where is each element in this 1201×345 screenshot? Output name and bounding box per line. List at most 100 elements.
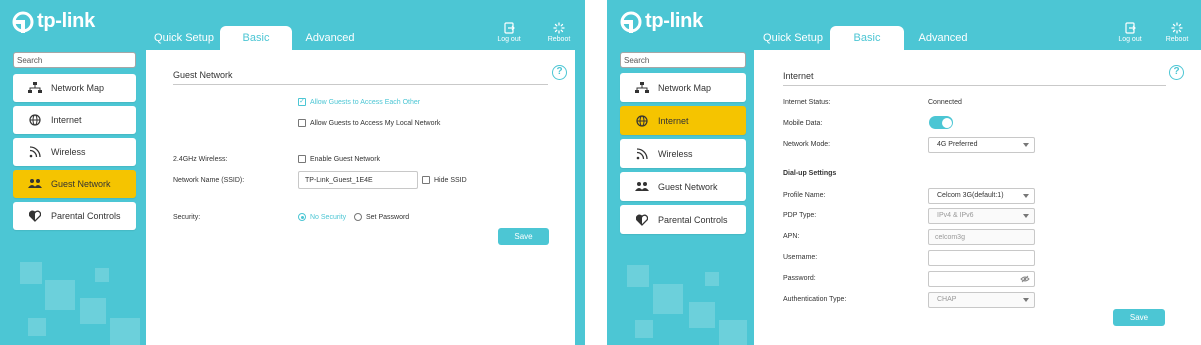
network-mode-select[interactable]: 4G Preferred	[928, 137, 1035, 153]
tab-quick-setup[interactable]: Quick Setup	[756, 26, 830, 50]
help-icon[interactable]: ?	[1169, 65, 1184, 80]
checkbox-box	[298, 155, 306, 163]
network-mode-label: Network Mode:	[783, 141, 831, 148]
dialup-settings-title: Dial-up Settings	[783, 170, 837, 177]
profile-name-label: Profile Name:	[783, 192, 826, 199]
select-value: Celcom 3G(default:1)	[937, 192, 1004, 199]
username-input[interactable]	[935, 254, 1034, 262]
sidebar-item-wireless[interactable]: Wireless	[13, 138, 136, 166]
search-input[interactable]	[624, 55, 745, 65]
decorative-square	[635, 320, 653, 338]
chevron-down-icon	[1023, 143, 1029, 147]
sidebar-item-guest-network[interactable]: Guest Network	[620, 172, 746, 201]
username-input-box[interactable]	[928, 250, 1035, 266]
logout-button[interactable]: Log out	[491, 22, 527, 43]
decorative-square	[110, 318, 140, 345]
checkmark-icon: ✓	[298, 98, 306, 106]
allow-guests-local-network-checkbox[interactable]: Allow Guests to Access My Local Network	[298, 119, 440, 127]
allow-guests-each-other-checkbox[interactable]: ✓ Allow Guests to Access Each Other	[298, 98, 420, 106]
reboot-icon	[1171, 22, 1183, 34]
chevron-down-icon	[1023, 214, 1029, 218]
tab-advanced[interactable]: Advanced	[904, 26, 982, 50]
top-tabs: Quick Setup Basic Advanced	[148, 26, 368, 50]
tab-basic[interactable]: Basic	[830, 26, 904, 50]
logout-label: Log out	[497, 36, 521, 43]
sidebar-menu: Network Map Internet Wireless Guest Netw…	[13, 74, 136, 234]
search-input[interactable]	[17, 55, 135, 65]
ssid-input[interactable]	[305, 176, 417, 184]
network-map-icon	[27, 81, 43, 95]
checkbox-box	[298, 119, 306, 127]
reboot-button[interactable]: Reboot	[1159, 22, 1195, 43]
sidebar-item-parental-controls[interactable]: Parental Controls	[620, 205, 746, 234]
checkbox-label: Hide SSID	[434, 176, 467, 184]
sidebar-item-label: Guest Network	[658, 181, 718, 192]
internet-status-value: Connected	[928, 99, 962, 106]
logo-text: tp-link	[645, 10, 703, 32]
sidebar-item-label: Wireless	[658, 148, 693, 159]
sidebar-item-guest-network[interactable]: Guest Network	[13, 170, 136, 198]
sidebar-item-label: Parental Controls	[51, 211, 121, 221]
right-router-panel: tp-link Quick Setup Basic Advanced Log o…	[607, 0, 1201, 345]
sidebar-item-parental-controls[interactable]: Parental Controls	[13, 202, 136, 230]
profile-name-select[interactable]: Celcom 3G(default:1)	[928, 188, 1035, 204]
search-box[interactable]	[13, 52, 136, 68]
pdp-type-label: PDP Type:	[783, 212, 817, 219]
tab-basic[interactable]: Basic	[220, 26, 292, 50]
tab-quick-setup[interactable]: Quick Setup	[148, 26, 220, 50]
apn-input-box[interactable]	[928, 229, 1035, 245]
enable-guest-network-checkbox[interactable]: Enable Guest Network	[298, 155, 380, 163]
set-password-radio[interactable]: Set Password	[354, 213, 409, 221]
hide-ssid-checkbox[interactable]: Hide SSID	[422, 176, 467, 184]
checkbox-label: Allow Guests to Access My Local Network	[310, 119, 441, 127]
password-input-box[interactable]	[928, 271, 1035, 287]
search-box[interactable]	[620, 52, 746, 68]
chevron-down-icon	[1023, 194, 1029, 198]
help-icon[interactable]: ?	[552, 65, 567, 80]
decorative-square	[28, 318, 46, 336]
parental-controls-icon	[27, 209, 43, 223]
select-value: CHAP	[937, 296, 957, 303]
checkbox-label: Enable Guest Network	[310, 155, 381, 163]
page-title: Internet	[783, 71, 814, 81]
page-title: Guest Network	[173, 70, 233, 80]
title-divider	[783, 85, 1166, 86]
ssid-input-box[interactable]	[298, 171, 418, 189]
no-security-radio[interactable]: No Security	[298, 213, 346, 221]
username-label: Username:	[783, 254, 818, 261]
sidebar-item-internet[interactable]: Internet	[620, 106, 746, 135]
sidebar-item-label: Wireless	[51, 147, 86, 157]
sidebar-item-label: Internet	[51, 115, 82, 125]
logo-text: tp-link	[37, 10, 95, 32]
auth-type-label: Authentication Type:	[783, 296, 847, 303]
network-map-icon	[634, 81, 650, 95]
sidebar-item-network-map[interactable]: Network Map	[13, 74, 136, 102]
wireless-icon	[27, 145, 43, 159]
apn-input[interactable]	[935, 233, 1034, 241]
decorative-square	[705, 272, 719, 286]
reboot-icon	[553, 22, 565, 34]
ssid-label: Network Name (SSID):	[173, 177, 245, 184]
logout-button[interactable]: Log out	[1112, 22, 1148, 43]
sidebar-item-internet[interactable]: Internet	[13, 106, 136, 134]
sidebar-item-wireless[interactable]: Wireless	[620, 139, 746, 168]
globe-icon	[634, 114, 650, 128]
pdp-type-select[interactable]: IPv4 & IPv6	[928, 208, 1035, 224]
save-button[interactable]: Save	[498, 228, 549, 245]
save-button[interactable]: Save	[1113, 309, 1165, 326]
wireless-label: 2.4GHz Wireless:	[173, 156, 228, 163]
radio-label: No Security	[310, 213, 347, 221]
mobile-data-toggle[interactable]	[929, 116, 953, 129]
reboot-label: Reboot	[1165, 36, 1189, 43]
tab-advanced[interactable]: Advanced	[292, 26, 368, 50]
select-value: IPv4 & IPv6	[937, 212, 974, 219]
checkbox-label: Allow Guests to Access Each Other	[310, 98, 421, 106]
globe-icon	[27, 113, 43, 127]
sidebar-item-network-map[interactable]: Network Map	[620, 73, 746, 102]
guest-network-icon	[634, 180, 650, 194]
reboot-button[interactable]: Reboot	[541, 22, 577, 43]
security-label: Security:	[173, 214, 201, 221]
auth-type-select[interactable]: CHAP	[928, 292, 1035, 308]
sidebar-item-label: Network Map	[658, 82, 712, 93]
hide-password-icon[interactable]	[1020, 275, 1030, 283]
